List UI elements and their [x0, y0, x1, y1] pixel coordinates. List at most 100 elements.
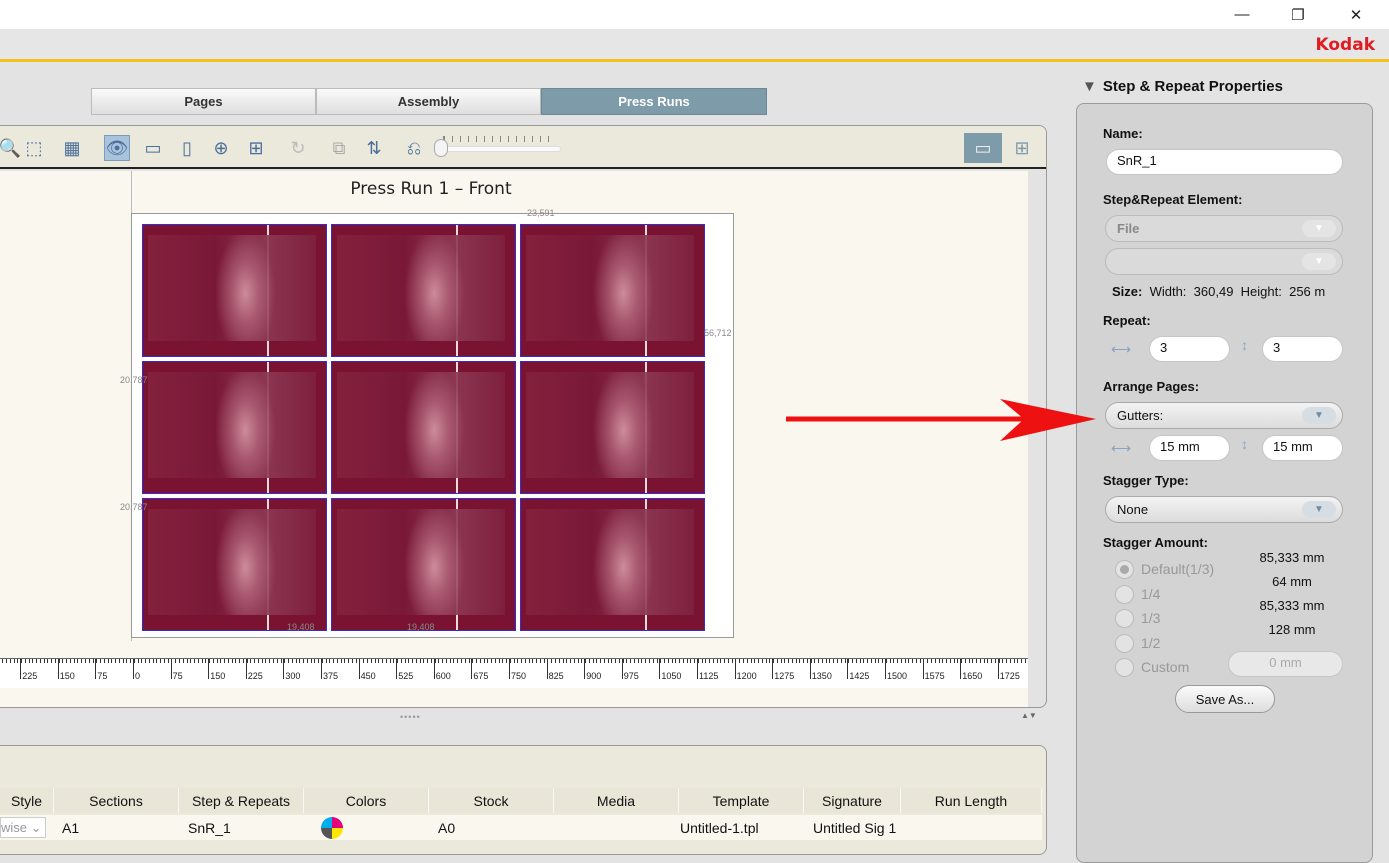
press-run-title: Press Run 1 – Front [350, 179, 512, 199]
step-repeat-tile[interactable] [520, 361, 705, 494]
ruler-minor-tick [306, 659, 308, 663]
ruler-minor-tick [103, 659, 105, 663]
ruler-minor-tick [840, 659, 842, 663]
kodak-logo: Kodak [1315, 35, 1376, 55]
ruler-minor-tick [453, 659, 455, 663]
step-repeat-tile[interactable] [142, 498, 327, 631]
ruler-minor-tick [115, 659, 117, 663]
step-repeat-tile[interactable] [520, 498, 705, 631]
step-repeat-tile[interactable] [520, 224, 705, 357]
ruler-minor-tick [288, 659, 290, 663]
ruler-minor-tick [979, 659, 981, 663]
column-header[interactable]: Signature [804, 788, 901, 813]
tab-pages[interactable]: Pages [91, 88, 316, 115]
column-header[interactable]: Step & Repeats [179, 788, 304, 813]
stagger-radio[interactable] [1115, 584, 1134, 604]
cmyk-icon [305, 816, 430, 839]
ruler-minor-tick [239, 659, 241, 663]
page-thumbnail [526, 509, 694, 615]
single-view-icon[interactable]: ▭ [964, 133, 1002, 163]
column-header[interactable]: Sections [54, 788, 179, 813]
step-repeat-tile[interactable] [331, 224, 516, 357]
grid-view-icon[interactable]: ⊞ [1003, 133, 1041, 163]
stagger-radio[interactable] [1115, 560, 1134, 579]
zoom-slider-thumb[interactable] [434, 139, 448, 157]
splitter-handle[interactable]: ••••• [400, 712, 421, 722]
ruler-minor-tick [182, 659, 184, 663]
ruler-minor-tick [539, 659, 541, 663]
gutter-vertical-input[interactable]: 15 mm [1262, 435, 1343, 461]
title-bar: — ❐ ✕ [0, 0, 1389, 29]
expand-collapse-icon[interactable]: ▲▼ [1021, 711, 1037, 720]
column-header[interactable]: Media [554, 788, 679, 813]
preview-eye-icon[interactable]: 👁 [104, 135, 130, 161]
ruler-minor-tick [36, 659, 38, 663]
swap-icon[interactable]: ⇅ [361, 135, 387, 161]
ruler-minor-tick [848, 659, 850, 663]
ruler-minor-tick [205, 659, 207, 663]
name-input[interactable]: SnR_1 [1106, 149, 1343, 175]
custom-stagger-input[interactable]: 0 mm [1228, 651, 1343, 677]
stagger-radio[interactable] [1115, 658, 1134, 677]
column-header[interactable]: Stock [429, 788, 554, 813]
step-repeat-tile[interactable] [142, 361, 327, 494]
properties-header[interactable]: ▼ Step & Repeat Properties [1082, 78, 1283, 95]
tab-assembly[interactable]: Assembly [316, 88, 541, 115]
ruler-minor-tick [242, 659, 244, 663]
ruler-major-tick [584, 659, 586, 679]
ruler-minor-tick [675, 659, 677, 663]
column-header[interactable]: Colors [304, 788, 429, 813]
stagger-amount-value: 64 mm [1272, 574, 1312, 589]
minimize-button[interactable]: — [1214, 0, 1270, 29]
collapse-triangle-icon[interactable]: ▼ [1082, 78, 1097, 95]
ruler-label: 1200 [736, 671, 757, 681]
repeat-vertical-input[interactable]: 3 [1262, 336, 1343, 362]
table-row[interactable]: wise ⌄ A1 SnR_1 A0 Untitled-1.tpl Untitl… [0, 815, 1042, 840]
ruler-minor-tick [96, 659, 98, 663]
ruler-minor-tick [382, 659, 384, 663]
tab-press-runs[interactable]: Press Runs [541, 88, 767, 115]
column-header[interactable]: Style [0, 788, 54, 813]
rotate-icon[interactable]: ↻ [285, 135, 311, 161]
save-as-button[interactable]: Save As... [1175, 685, 1275, 713]
element-file-dropdown[interactable]: ▼ [1105, 248, 1343, 275]
ruler-minor-tick [69, 659, 71, 663]
ruler-minor-tick [667, 659, 669, 663]
arrange-pages-dropdown[interactable]: Gutters: ▼ [1105, 402, 1343, 429]
undo-page-icon[interactable]: ⎌ [401, 135, 427, 161]
style-select[interactable]: wise ⌄ [0, 817, 46, 838]
step-repeat-tile[interactable] [331, 361, 516, 494]
select-tool-icon[interactable]: ⬚ [21, 135, 47, 161]
step-repeat-tile[interactable] [331, 498, 516, 631]
repeat-horizontal-input[interactable]: 3 [1149, 336, 1230, 362]
split-icon[interactable]: ⊞ [243, 135, 269, 161]
ruler-minor-tick [852, 659, 854, 663]
close-button[interactable]: ✕ [1328, 0, 1384, 29]
ruler-icon[interactable]: ▭ [137, 135, 169, 161]
stagger-amount-value: 85,333 mm [1259, 598, 1325, 613]
column-header[interactable]: Run Length [901, 788, 1042, 813]
stagger-type-dropdown[interactable]: None ▼ [1105, 496, 1343, 523]
ruler-minor-tick [261, 659, 263, 663]
ruler-minor-tick [585, 659, 587, 663]
page-thumbnail [148, 235, 316, 341]
crosshair-icon[interactable]: ⊕ [208, 135, 234, 161]
align-icon[interactable]: ⧉ [326, 135, 352, 161]
zoom-icon[interactable]: 🔍 [0, 135, 23, 161]
cell-sections: A1 [62, 819, 80, 836]
stagger-radio[interactable] [1115, 633, 1134, 653]
restore-button[interactable]: ❐ [1270, 0, 1326, 29]
stagger-radio[interactable] [1115, 609, 1134, 628]
ruler-minor-tick [487, 659, 489, 663]
element-type-dropdown[interactable]: File ▼ [1105, 215, 1343, 242]
zoom-slider[interactable] [443, 146, 561, 152]
magic-layout-icon[interactable]: ▦ [59, 135, 85, 161]
page-icon[interactable]: ▯ [174, 135, 200, 161]
step-repeat-tile[interactable] [142, 224, 327, 357]
ruler-minor-tick [859, 659, 861, 663]
ruler-minor-tick [476, 659, 478, 663]
ruler-minor-tick [795, 659, 797, 663]
ruler-minor-tick [197, 659, 199, 663]
gutter-horizontal-input[interactable]: 15 mm [1149, 435, 1230, 461]
column-header[interactable]: Template [679, 788, 804, 813]
